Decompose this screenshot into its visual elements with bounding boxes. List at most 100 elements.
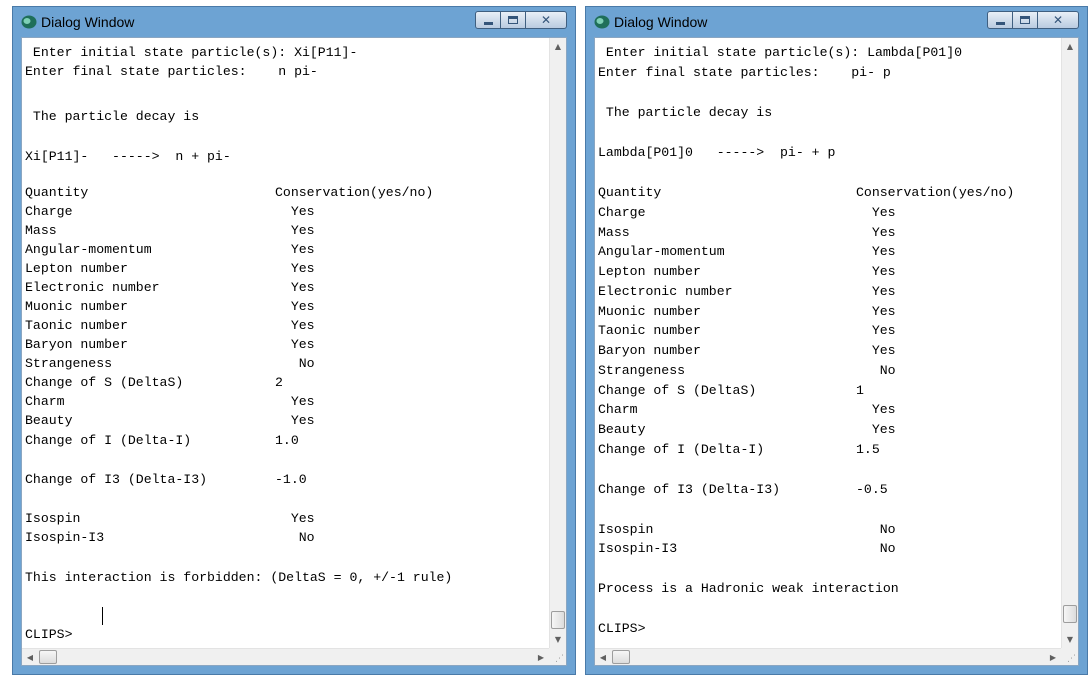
conservation-value: Yes bbox=[275, 280, 315, 295]
resize-grip[interactable]: ⋰ bbox=[1061, 648, 1078, 665]
scroll-left-arrow-icon[interactable]: ◀ bbox=[595, 649, 611, 665]
text-cursor bbox=[102, 607, 103, 625]
table-row: Mass Yes bbox=[598, 224, 1061, 242]
result-message: Process is a Hadronic weak interaction bbox=[598, 581, 899, 596]
scroll-down-arrow-icon[interactable]: ▼ bbox=[1062, 631, 1078, 648]
quantity-name: Change of I (Delta-I) bbox=[598, 442, 765, 457]
close-button[interactable]: ✕ bbox=[1037, 11, 1079, 29]
title-bar[interactable]: Dialog Window ✕ bbox=[13, 7, 575, 37]
table-row: Isospin No bbox=[598, 521, 1061, 539]
quantity-name: Charge bbox=[598, 205, 646, 220]
conservation-value: Yes bbox=[856, 205, 896, 220]
scroll-down-arrow-icon[interactable]: ▼ bbox=[550, 631, 566, 648]
horizontal-scrollbar[interactable]: ◀ ▶ bbox=[22, 648, 549, 665]
close-button[interactable]: ✕ bbox=[525, 11, 567, 29]
quantity-name: Muonic number bbox=[25, 299, 128, 314]
table-row: Strangeness No bbox=[25, 355, 549, 373]
minimize-button[interactable] bbox=[475, 11, 501, 29]
conservation-value: Yes bbox=[856, 343, 896, 358]
title-bar[interactable]: Dialog Window ✕ bbox=[586, 7, 1087, 37]
conservation-value: Yes bbox=[275, 299, 315, 314]
console-area[interactable]: Enter initial state particle(s): Xi[P11]… bbox=[21, 37, 567, 666]
quantity-name: Electronic number bbox=[598, 284, 733, 299]
maximize-button[interactable] bbox=[500, 11, 526, 29]
scroll-right-arrow-icon[interactable]: ▶ bbox=[533, 649, 549, 665]
table-row: Taonic number Yes bbox=[598, 322, 1061, 340]
quantity-name: Isospin bbox=[25, 511, 81, 526]
initial-state-prompt: Enter initial state particle(s): Xi[P11]… bbox=[25, 45, 358, 60]
table-header: Quantity Conservation(yes/no) bbox=[25, 184, 549, 202]
minimize-icon bbox=[484, 22, 493, 25]
conservation-value: 1 bbox=[856, 383, 864, 398]
table-row: Charge Yes bbox=[25, 203, 549, 221]
table-row: Isospin-I3 No bbox=[598, 540, 1061, 558]
table-row: Strangeness No bbox=[598, 362, 1061, 380]
conservation-header: Conservation(yes/no) bbox=[856, 185, 1015, 200]
scroll-right-arrow-icon[interactable]: ▶ bbox=[1045, 649, 1061, 665]
clips-prompt: CLIPS> bbox=[25, 627, 73, 642]
conservation-value: Yes bbox=[856, 264, 896, 279]
table-row: Charm Yes bbox=[25, 393, 549, 411]
table-row: Isospin-I3 No bbox=[25, 529, 549, 547]
horizontal-scroll-thumb[interactable] bbox=[39, 650, 57, 664]
resize-grip[interactable]: ⋰ bbox=[549, 648, 566, 665]
table-header: Quantity Conservation(yes/no) bbox=[598, 184, 1061, 202]
quantity-name: Isospin bbox=[598, 522, 654, 537]
quantity-header: Quantity bbox=[25, 185, 89, 200]
quantity-name: Strangeness bbox=[598, 363, 686, 378]
console-text[interactable]: Enter initial state particle(s): Xi[P11]… bbox=[22, 38, 549, 648]
console-area[interactable]: Enter initial state particle(s): Lambda[… bbox=[594, 37, 1079, 666]
conservation-value: Yes bbox=[856, 284, 896, 299]
conservation-value: Yes bbox=[275, 242, 315, 257]
console-text[interactable]: Enter initial state particle(s): Lambda[… bbox=[595, 38, 1061, 648]
conservation-value: Yes bbox=[275, 413, 315, 428]
maximize-button[interactable] bbox=[1012, 11, 1038, 29]
horizontal-scroll-thumb[interactable] bbox=[612, 650, 630, 664]
table-row: Muonic number Yes bbox=[25, 298, 549, 316]
conservation-value: No bbox=[275, 356, 315, 371]
minimize-button[interactable] bbox=[987, 11, 1013, 29]
quantity-name: Lepton number bbox=[598, 264, 701, 279]
table-row: Mass Yes bbox=[25, 222, 549, 240]
scroll-up-arrow-icon[interactable]: ▲ bbox=[1062, 38, 1078, 55]
vertical-scroll-thumb[interactable] bbox=[1063, 605, 1077, 623]
conservation-value: No bbox=[856, 522, 896, 537]
quantity-name: Taonic number bbox=[25, 318, 128, 333]
table-row: Baryon number Yes bbox=[25, 336, 549, 354]
table-row: Change of I (Delta-I) 1.0 bbox=[25, 432, 549, 450]
conservation-value: -0.5 bbox=[856, 482, 888, 497]
conservation-value: Yes bbox=[856, 422, 896, 437]
quantity-header: Quantity bbox=[598, 185, 662, 200]
quantity-name: Change of S (DeltaS) bbox=[598, 383, 757, 398]
maximize-icon bbox=[508, 16, 518, 24]
quantity-name: Change of I (Delta-I) bbox=[25, 433, 192, 448]
close-icon: ✕ bbox=[1052, 13, 1064, 27]
quantity-name: Isospin-I3 bbox=[598, 541, 678, 556]
conservation-value: Yes bbox=[856, 244, 896, 259]
delta-i3-row: Change of I3 (Delta-I3) -1.0 bbox=[25, 471, 549, 489]
maximize-icon bbox=[1020, 16, 1030, 24]
quantity-name: Change of S (DeltaS) bbox=[25, 375, 184, 390]
conservation-value: No bbox=[856, 541, 896, 556]
vertical-scrollbar[interactable]: ▲ ▼ bbox=[1061, 38, 1078, 648]
conservation-value: No bbox=[275, 530, 315, 545]
table-row: Electronic number Yes bbox=[598, 283, 1061, 301]
horizontal-scrollbar[interactable]: ◀ ▶ bbox=[595, 648, 1061, 665]
quantity-name: Charm bbox=[25, 394, 65, 409]
quantity-name: Beauty bbox=[598, 422, 646, 437]
table-row: Change of S (DeltaS) 1 bbox=[598, 382, 1061, 400]
quantity-name: Angular-momentum bbox=[25, 242, 152, 257]
quantity-name: Isospin-I3 bbox=[25, 530, 105, 545]
delta-i3-row: Change of I3 (Delta-I3) -0.5 bbox=[598, 481, 1061, 499]
conservation-value: No bbox=[856, 363, 896, 378]
table-row: Isospin Yes bbox=[25, 510, 549, 528]
table-row: Beauty Yes bbox=[598, 421, 1061, 439]
quantity-name: Angular-momentum bbox=[598, 244, 725, 259]
vertical-scrollbar[interactable]: ▲ ▼ bbox=[549, 38, 566, 648]
conservation-value: 2 bbox=[275, 375, 283, 390]
quantity-name: Muonic number bbox=[598, 304, 701, 319]
vertical-scroll-thumb[interactable] bbox=[551, 611, 565, 629]
scroll-up-arrow-icon[interactable]: ▲ bbox=[550, 38, 566, 55]
table-row: Electronic number Yes bbox=[25, 279, 549, 297]
scroll-left-arrow-icon[interactable]: ◀ bbox=[22, 649, 38, 665]
